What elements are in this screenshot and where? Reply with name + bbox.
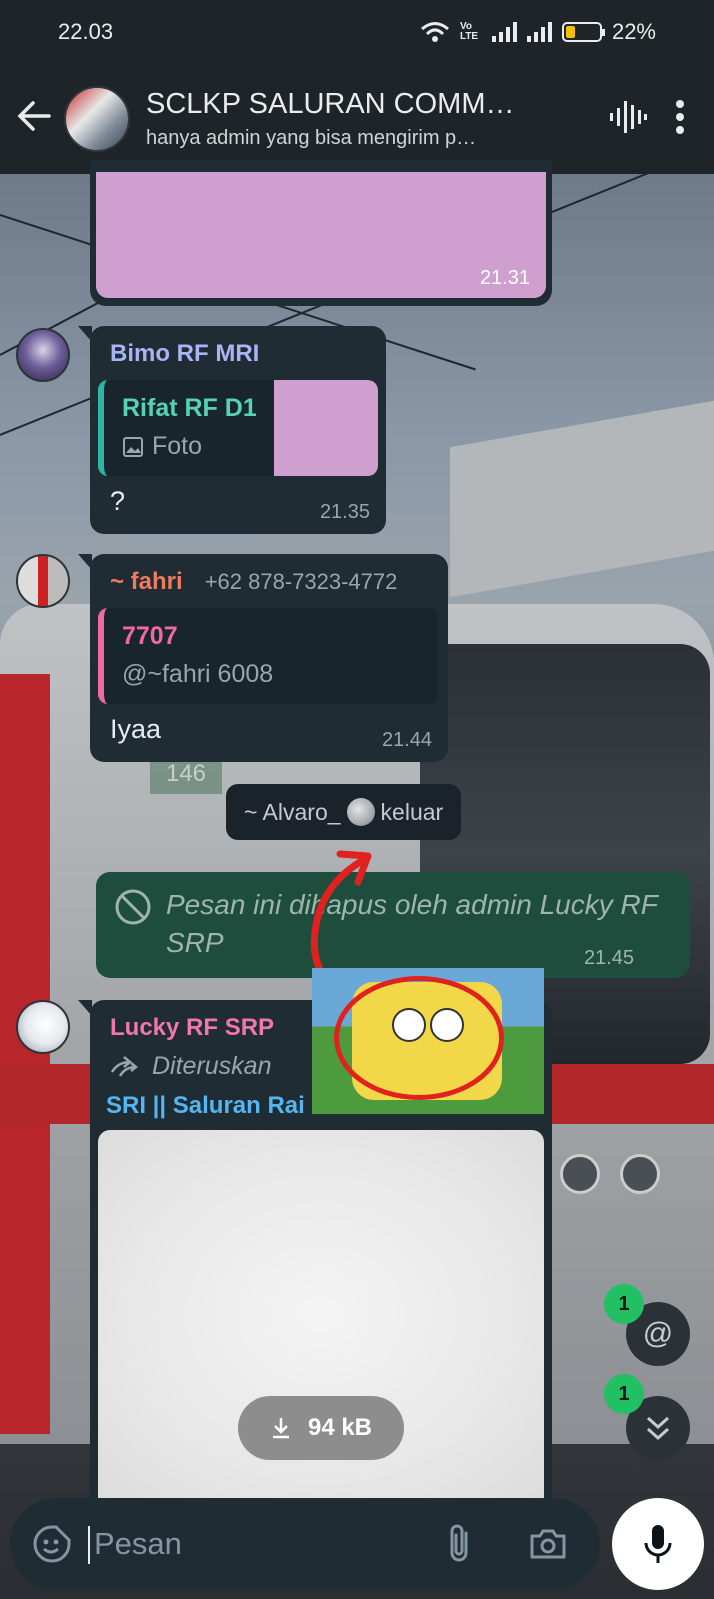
quoted-message[interactable]: Rifat RF D1 Foto bbox=[98, 380, 378, 476]
forwarded-channel-name[interactable]: SRI || Saluran Rai bbox=[106, 1092, 305, 1120]
camera-icon[interactable] bbox=[528, 1527, 568, 1561]
chat-title-block[interactable]: SCLKP SALURAN COMM… hanya admin yang bis… bbox=[146, 88, 602, 150]
message-time: 21.35 bbox=[319, 501, 370, 523]
sender-phone: +62 878-7323-4772 bbox=[204, 569, 398, 594]
wallpaper-train-lamp bbox=[620, 1154, 660, 1194]
forward-icon bbox=[110, 1055, 139, 1077]
wallpaper-train-lamp bbox=[560, 1154, 600, 1194]
message-image[interactable] bbox=[96, 172, 546, 298]
message-bubble[interactable]: ~ fahri +62 878-7323-4772 7707 @~fahri 6… bbox=[78, 554, 448, 762]
quoted-text: Foto bbox=[122, 432, 202, 461]
message-input-bar[interactable]: Pesan bbox=[10, 1498, 600, 1590]
chat-title: SCLKP SALURAN COMM… bbox=[146, 88, 515, 120]
message-bubble[interactable]: Bimo RF MRI Rifat RF D1 Foto ? 21.35 bbox=[78, 326, 386, 534]
quoted-text-label: Foto bbox=[152, 432, 203, 460]
status-icons: Vo LTE 22% bbox=[420, 19, 656, 45]
voice-record-button[interactable] bbox=[612, 1498, 704, 1590]
avatar[interactable] bbox=[16, 554, 70, 608]
quoted-message[interactable]: 7707 @~fahri 6008 bbox=[98, 608, 438, 704]
group-avatar[interactable] bbox=[64, 86, 130, 152]
battery-icon bbox=[561, 22, 605, 42]
wallpaper-train-red-side bbox=[0, 674, 50, 1434]
download-size: 94 kB bbox=[307, 1414, 373, 1441]
back-arrow-icon[interactable] bbox=[4, 98, 64, 141]
signal-icon bbox=[491, 22, 517, 42]
wallpaper-platform bbox=[450, 400, 714, 598]
message-text: ? bbox=[110, 486, 126, 516]
voice-chat-icon[interactable] bbox=[602, 99, 654, 140]
system-message: ~ Alvaro_ keluar bbox=[226, 784, 462, 840]
avatar[interactable] bbox=[16, 1000, 70, 1054]
meme-sticker bbox=[312, 968, 544, 1114]
message-time: 21.44 bbox=[381, 729, 432, 751]
chat-subtitle: hanya admin yang bisa mengirim p… bbox=[146, 127, 477, 149]
unread-count-badge: 1 bbox=[604, 1374, 644, 1414]
sender-header: ~ fahri +62 878-7323-4772 bbox=[110, 568, 397, 596]
mention-count-badge: 1 bbox=[604, 1284, 644, 1324]
forwarded-text: Diteruskan bbox=[152, 1052, 272, 1080]
download-icon bbox=[272, 1418, 289, 1439]
deleted-icon bbox=[115, 889, 151, 925]
quoted-sender-name: 7707 bbox=[122, 622, 178, 650]
status-time: 22.03 bbox=[58, 19, 114, 44]
sender-name[interactable]: Bimo RF MRI bbox=[110, 340, 259, 368]
mic-icon bbox=[644, 1525, 672, 1563]
sticker-emoji-icon[interactable] bbox=[32, 1524, 72, 1564]
sender-name[interactable]: Lucky RF SRP bbox=[110, 1014, 274, 1042]
volte-label: Vo LTE bbox=[459, 21, 479, 42]
message-time: 21.45 bbox=[583, 947, 634, 969]
system-message-user: ~ Alvaro_ bbox=[244, 798, 341, 825]
double-chevron-down-icon bbox=[646, 1416, 670, 1441]
download-button[interactable]: 94 kB bbox=[238, 1396, 404, 1460]
moon-emoji-icon bbox=[346, 798, 375, 826]
attach-icon[interactable] bbox=[444, 1523, 474, 1565]
chat-header: SCLKP SALURAN COMM… hanya admin yang bis… bbox=[0, 64, 714, 174]
photo-icon bbox=[123, 436, 143, 457]
battery-percent: 22% bbox=[611, 19, 656, 44]
more-options-icon[interactable] bbox=[654, 99, 706, 140]
meme-highlight-circle bbox=[334, 976, 504, 1100]
wifi-icon bbox=[420, 22, 449, 42]
system-message-action: keluar bbox=[380, 798, 444, 825]
sender-name[interactable]: ~ fahri bbox=[110, 568, 183, 596]
message-text: Iyaa bbox=[110, 714, 162, 744]
message-image-bubble[interactable]: 21.31 bbox=[90, 160, 552, 306]
quoted-image-thumbnail bbox=[274, 380, 378, 476]
status-bar: 22.03 Vo LTE 22% bbox=[0, 0, 714, 64]
signal-icon bbox=[526, 22, 552, 42]
quoted-text: @~fahri 6008 bbox=[122, 660, 274, 688]
message-time: 21.31 bbox=[479, 267, 530, 289]
forwarded-label: Diteruskan bbox=[110, 1052, 272, 1081]
quoted-sender-name: Rifat RF D1 bbox=[122, 394, 257, 422]
avatar[interactable] bbox=[16, 328, 70, 382]
message-input[interactable]: Pesan bbox=[88, 1526, 444, 1564]
